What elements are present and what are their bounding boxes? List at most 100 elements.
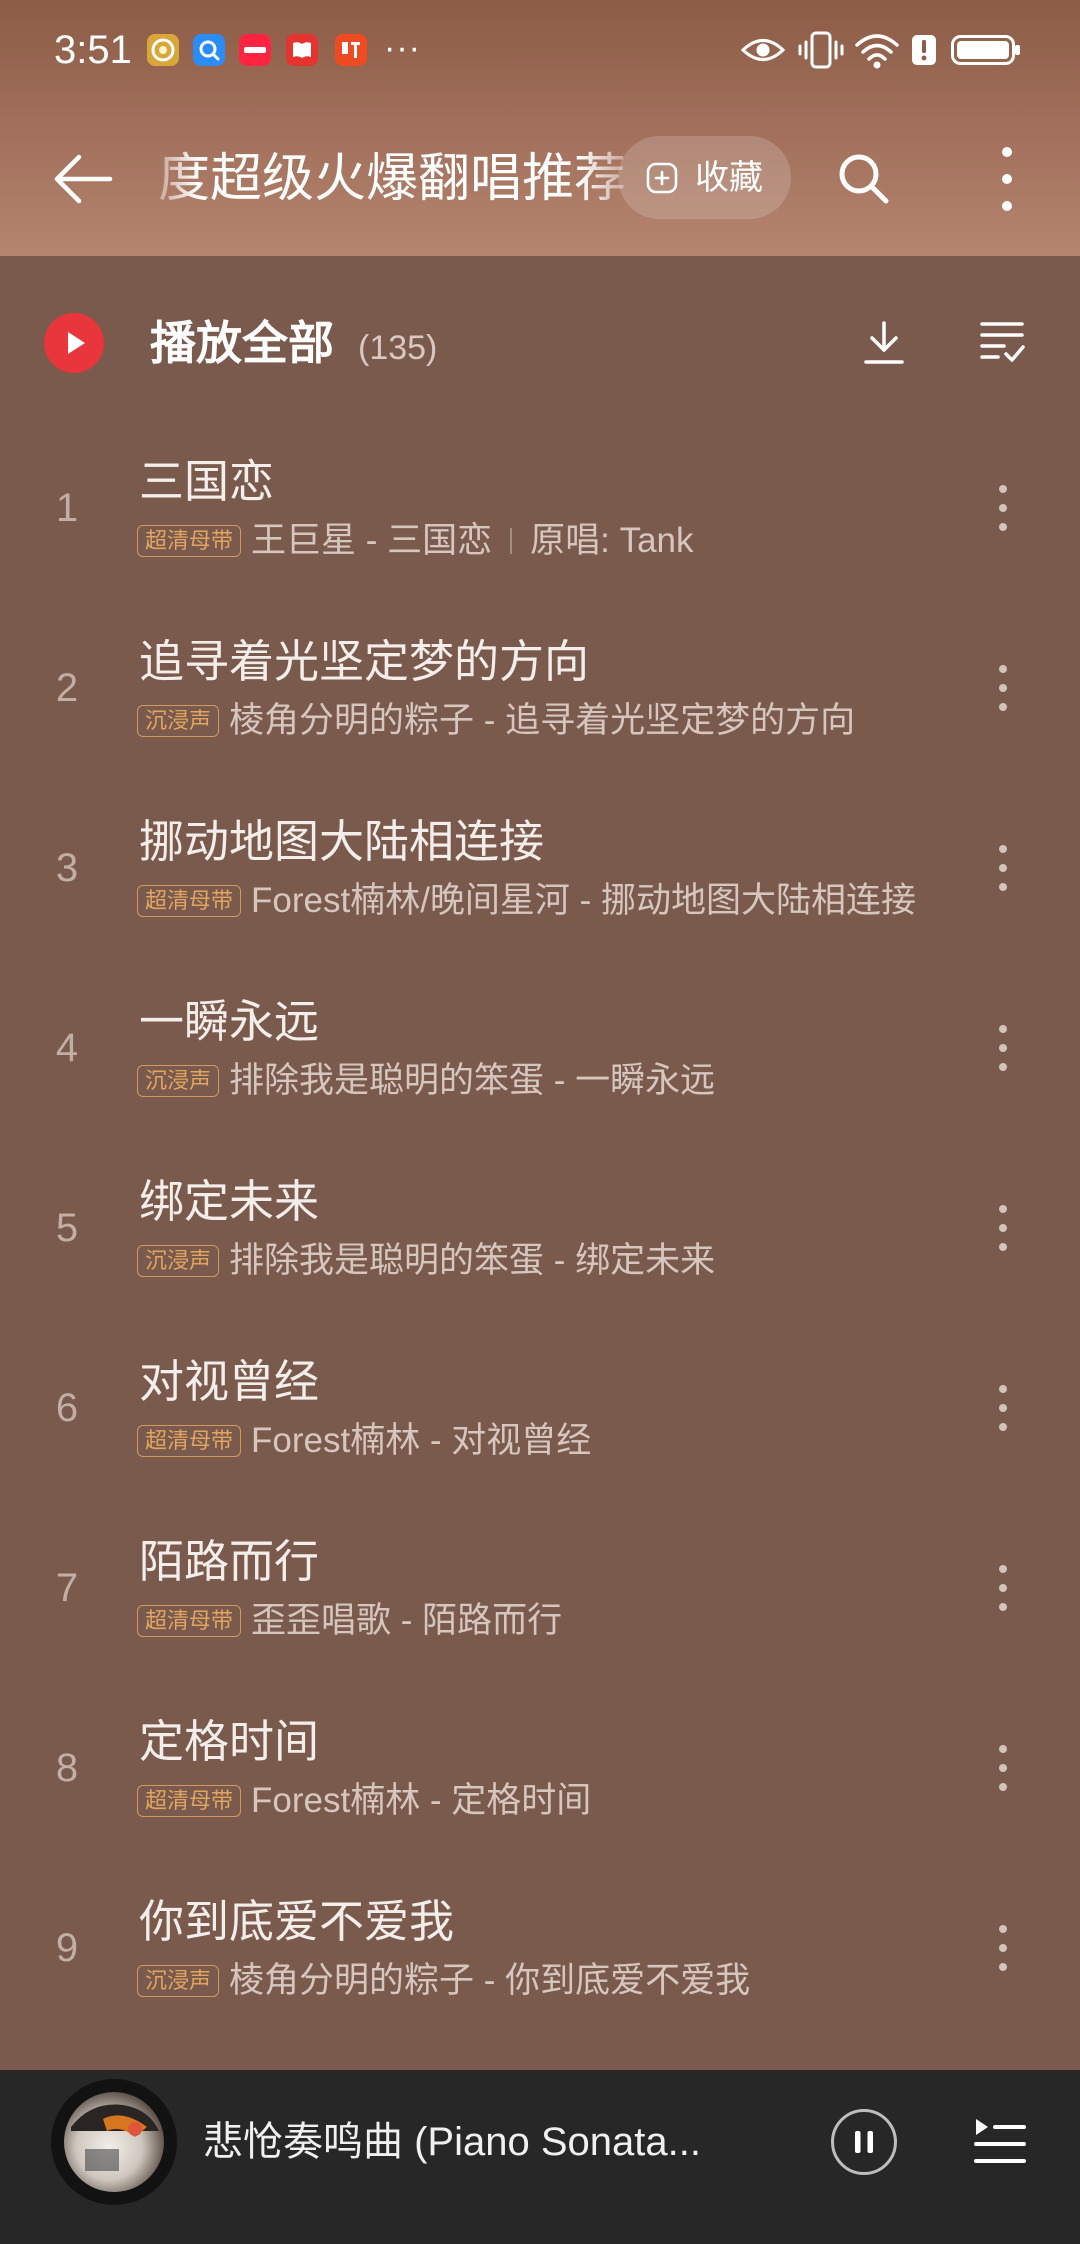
song-more-icon[interactable] [993,1203,1013,1253]
song-index: 1 [55,486,79,530]
song-more-icon[interactable] [993,1923,1013,1973]
quality-tag: 沉浸声 [137,1965,220,1997]
quality-tag: 超清母带 [137,1785,242,1817]
song-row[interactable]: 5 绑定未来 沉浸声 排除我是聪明的笨蛋 - 绑定未来 [0,1138,1080,1318]
song-index: 3 [55,846,79,890]
song-more-icon[interactable] [993,1743,1013,1793]
song-row[interactable]: 1 三国恋 超清母带 王巨星 - 三国恋 原唱: Tank [0,418,1080,598]
add-collection-icon [646,162,678,193]
song-artist: 排除我是聪明的笨蛋 - 一瞬永远 [229,1061,716,1100]
collect-label: 收藏 [695,158,763,197]
song-more-icon[interactable] [993,483,1013,533]
song-index: 5 [55,1206,79,1250]
song-artist: 棱角分明的粽子 - 追寻着光坚定梦的方向 [229,701,856,740]
song-index: 4 [55,1026,79,1070]
play-all-row[interactable]: 播放全部 (135) [0,275,1080,411]
quality-tag: 沉浸声 [137,1245,220,1277]
song-artist: 排除我是聪明的笨蛋 - 绑定未来 [229,1241,716,1280]
song-title: 你到底爱不爱我 [139,1896,455,1947]
back-arrow-icon[interactable] [53,154,113,204]
song-meta: 超清母带 Forest楠林/晚间星河 - 挪动地图大陆相连接 [137,882,916,920]
song-meta: 超清母带 Forest楠林 - 对视曾经 [137,1422,591,1460]
playlist-title: 度超级火爆翻唱推荐 [158,150,627,208]
song-meta: 沉浸声 棱角分明的粽子 - 你到底爱不爱我 [137,1962,750,2000]
song-more-icon[interactable] [993,1383,1013,1433]
song-artist: 王巨星 - 三国恋 [251,521,493,560]
book-app-icon [286,34,318,66]
eye-icon [741,39,785,61]
song-more-icon[interactable] [993,843,1013,893]
song-meta: 超清母带 王巨星 - 三国恋 原唱: Tank [137,522,694,560]
download-icon[interactable] [860,319,908,367]
quality-tag: 超清母带 [137,1605,242,1637]
song-row[interactable]: 8 定格时间 超清母带 Forest楠林 - 定格时间 [0,1678,1080,1858]
song-artist: 歪歪唱歌 - 陌路而行 [251,1601,563,1640]
alert-icon [912,35,936,65]
mini-player[interactable]: 悲怆奏鸣曲 (Piano Sonata... [0,2070,1080,2244]
song-index: 9 [55,1926,79,1970]
album-art[interactable] [51,2079,177,2205]
song-artist: 棱角分明的粽子 - 你到底爱不爱我 [229,1961,751,2000]
song-more-icon[interactable] [993,1563,1013,1613]
play-all-label: 播放全部 [150,317,334,369]
quality-tag: 超清母带 [137,525,242,557]
status-bar: 3:51 ··· [0,0,1080,100]
song-index: 7 [55,1566,79,1610]
song-artist: Forest楠林/晚间星河 - 挪动地图大陆相连接 [251,881,917,920]
song-index: 8 [55,1746,79,1790]
quality-tag: 超清母带 [137,885,242,917]
search-icon[interactable] [836,151,892,207]
playlist-icon[interactable] [972,2116,1028,2168]
song-title: 三国恋 [139,456,275,507]
song-more-icon[interactable] [993,663,1013,713]
song-more-icon[interactable] [993,1023,1013,1073]
song-title: 追寻着光坚定梦的方向 [139,636,590,687]
song-count: (135) [358,329,438,367]
search-app-icon [193,34,225,66]
battery-icon [951,35,1020,65]
collect-button[interactable]: 收藏 [618,136,791,219]
song-index: 2 [55,666,79,710]
song-artist: Forest楠林 - 对视曾经 [251,1421,592,1460]
play-circle-icon[interactable] [44,313,104,373]
song-row[interactable]: 7 陌路而行 超清母带 歪歪唱歌 - 陌路而行 [0,1498,1080,1678]
red-note-app-icon [239,34,271,66]
song-title: 陌路而行 [139,1536,320,1587]
song-meta: 超清母带 歪歪唱歌 - 陌路而行 [137,1602,562,1640]
quality-tag: 超清母带 [137,1425,242,1457]
song-row[interactable]: 4 一瞬永远 沉浸声 排除我是聪明的笨蛋 - 一瞬永远 [0,958,1080,1138]
clock: 3:51 [54,28,132,72]
meta-separator [510,528,513,554]
play-all-text: 播放全部 (135) [150,313,437,373]
quality-tag: 沉浸声 [137,705,220,737]
more-vertical-icon[interactable] [992,146,1022,212]
more-notifications-indicator: ··· [384,29,421,67]
listen-app-icon [335,34,367,66]
now-playing-title[interactable]: 悲怆奏鸣曲 (Piano Sonata... [203,2118,701,2166]
pause-icon[interactable] [830,2108,898,2176]
song-title: 定格时间 [139,1716,320,1767]
song-title: 绑定未来 [139,1176,320,1227]
song-index: 6 [55,1386,79,1430]
song-title: 挪动地图大陆相连接 [139,816,545,867]
wifi-icon [855,34,899,69]
song-list: 1 三国恋 超清母带 王巨星 - 三国恋 原唱: Tank 2 追寻着光坚定梦的… [0,418,1080,2038]
song-original-singer: 原唱: Tank [530,521,694,560]
song-artist: Forest楠林 - 定格时间 [251,1781,592,1820]
song-meta: 沉浸声 排除我是聪明的笨蛋 - 绑定未来 [137,1242,715,1280]
song-meta: 沉浸声 排除我是聪明的笨蛋 - 一瞬永远 [137,1062,715,1100]
song-meta: 沉浸声 棱角分明的粽子 - 追寻着光坚定梦的方向 [137,702,855,740]
coin-app-icon [147,34,179,66]
song-title: 一瞬永远 [139,996,320,1047]
header-bar: 度超级火爆翻唱推荐 收藏 [0,120,1080,238]
multi-select-icon[interactable] [978,319,1026,365]
quality-tag: 沉浸声 [137,1065,220,1097]
song-row[interactable]: 9 你到底爱不爱我 沉浸声 棱角分明的粽子 - 你到底爱不爱我 [0,1858,1080,2038]
song-title: 对视曾经 [139,1356,320,1407]
playlist-title-container: 度超级火爆翻唱推荐 [158,146,638,212]
song-row[interactable]: 3 挪动地图大陆相连接 超清母带 Forest楠林/晚间星河 - 挪动地图大陆相… [0,778,1080,958]
song-meta: 超清母带 Forest楠林 - 定格时间 [137,1782,591,1820]
vibrate-icon [798,31,844,69]
song-row[interactable]: 2 追寻着光坚定梦的方向 沉浸声 棱角分明的粽子 - 追寻着光坚定梦的方向 [0,598,1080,778]
song-row[interactable]: 6 对视曾经 超清母带 Forest楠林 - 对视曾经 [0,1318,1080,1498]
